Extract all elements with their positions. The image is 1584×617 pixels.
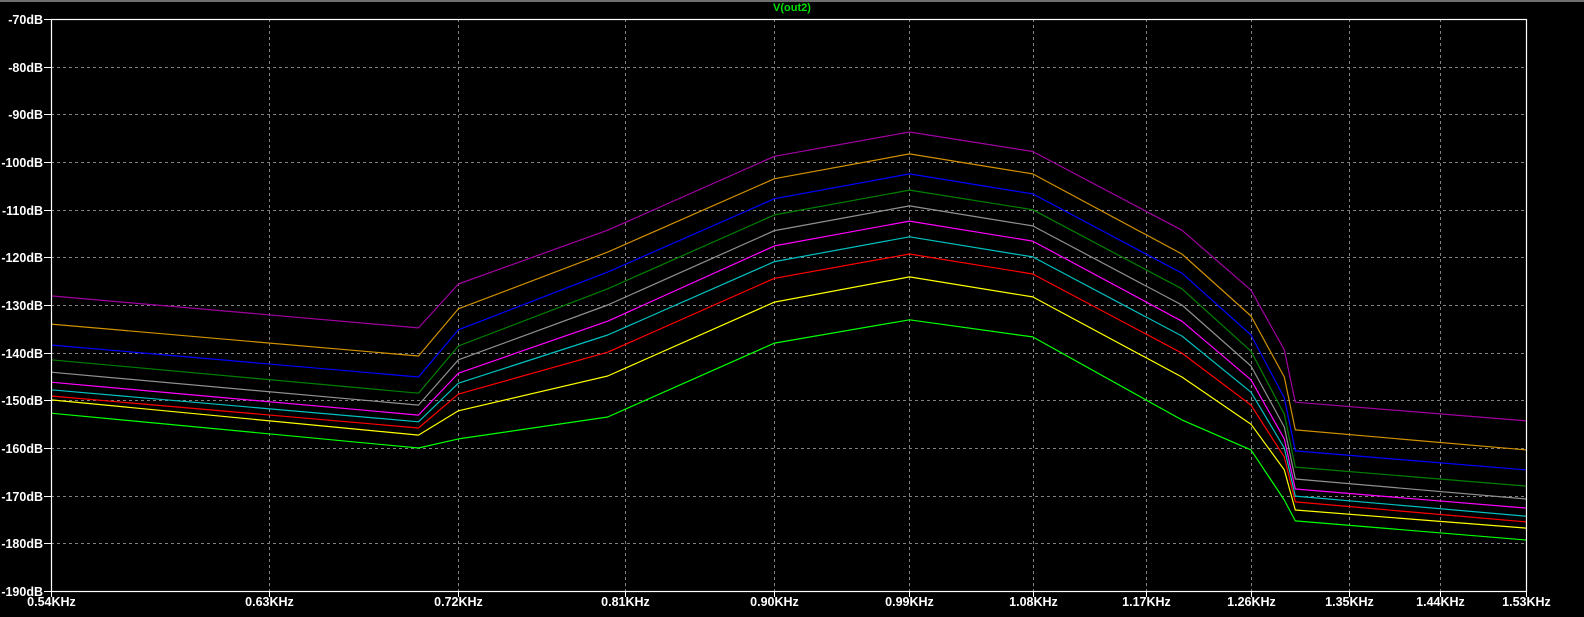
trace-step-2[interactable] xyxy=(50,153,1527,451)
x-tick-label: 0.72KHz xyxy=(434,595,483,609)
x-tick-label: 1.44KHz xyxy=(1416,595,1465,609)
trace-step-8[interactable] xyxy=(50,253,1527,523)
y-tick-label: -80dB xyxy=(8,61,43,75)
y-tick-label: -150dB xyxy=(1,394,43,408)
trace-label-vout2[interactable]: V(out2) xyxy=(0,2,1584,14)
trace-step-5[interactable] xyxy=(50,205,1527,500)
grid xyxy=(51,19,1526,591)
x-tick-label: 0.54KHz xyxy=(27,595,76,609)
x-tick-label: 0.90KHz xyxy=(750,595,799,609)
y-tick-label: -110dB xyxy=(2,204,43,218)
y-tick-label: -120dB xyxy=(1,251,43,265)
x-tick-label: 0.99KHz xyxy=(885,595,934,609)
traces xyxy=(50,131,1527,541)
trace-step-3[interactable] xyxy=(50,173,1527,471)
y-tick-label: -90dB xyxy=(8,108,43,122)
bode-plot: -70dB -80dB -90dB -100dB -110dB -120dB -130dB -… xyxy=(1,13,1551,609)
axis-labels: -70dB -80dB -90dB -100dB -110dB -120dB -130dB -… xyxy=(1,13,1551,609)
x-tick-label: 1.35KHz xyxy=(1325,595,1374,609)
y-tick-label: -100dB xyxy=(1,156,43,170)
x-tick-label: 1.26KHz xyxy=(1227,595,1276,609)
y-tick-label: -180dB xyxy=(1,537,43,551)
trace-step-10[interactable] xyxy=(50,319,1527,541)
y-tick-label: -140dB xyxy=(1,347,43,361)
x-tick-label: 1.17KHz xyxy=(1122,595,1171,609)
trace-step-7[interactable] xyxy=(50,236,1527,517)
y-tick-label: -160dB xyxy=(1,442,43,456)
y-tick-label: -170dB xyxy=(1,490,43,504)
y-tick-label: -130dB xyxy=(1,299,43,313)
trace-step-4[interactable] xyxy=(50,189,1527,487)
x-tick-label: 0.63KHz xyxy=(245,595,294,609)
x-tick-label: 1.08KHz xyxy=(1009,595,1058,609)
trace-step-1[interactable] xyxy=(50,131,1527,422)
y-tick-label: -70dB xyxy=(8,13,43,27)
x-tick-label: 0.81KHz xyxy=(601,595,650,609)
x-tick-label: 1.53KHz xyxy=(1502,595,1551,609)
